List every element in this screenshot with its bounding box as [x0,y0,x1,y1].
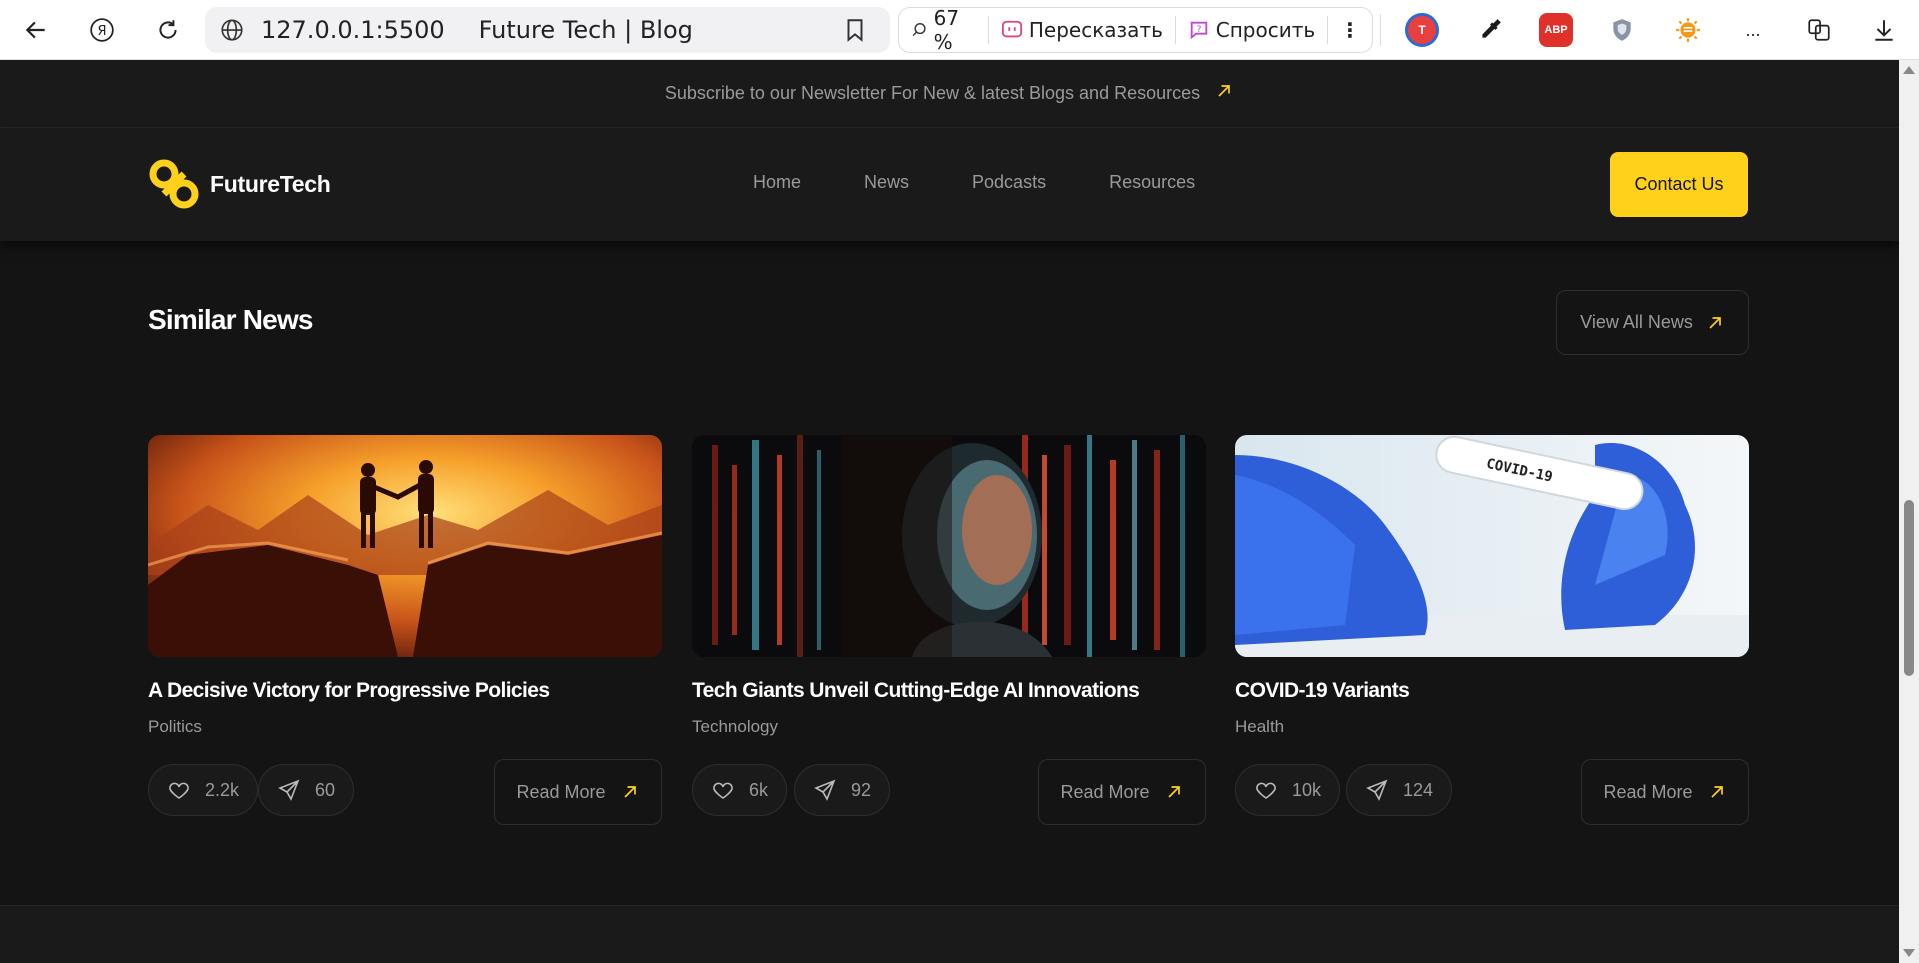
share-count: 92 [851,779,872,800]
read-more-label: Read More [516,781,606,802]
news-image-covid[interactable]: COVID-19 [1235,435,1749,657]
news-card[interactable]: A Decisive Victory for Progressive Polic… [148,435,662,825]
share-count: 124 [1403,779,1434,800]
arrow-up-right-icon [1167,786,1180,798]
news-title[interactable]: Tech Giants Unveil Cutting-Edge AI Innov… [692,679,1206,703]
ask-label: Спросить [1215,18,1316,42]
eyedropper-icon[interactable] [1470,10,1510,50]
svg-text:Я: Я [97,24,106,39]
news-image-handshake[interactable] [148,435,662,657]
translate-extension-icon[interactable]: T [1405,13,1439,47]
scroll-down-icon[interactable] [1903,949,1915,957]
heart-icon [1256,782,1276,799]
adblock-icon[interactable]: ABP [1539,13,1573,47]
news-category: Politics [148,717,202,736]
logo-icon [149,159,199,209]
logo-text: FutureTech [210,170,331,197]
like-button[interactable]: 6k [692,764,788,816]
news-title[interactable]: A Decisive Victory for Progressive Polic… [148,679,662,703]
back-icon[interactable] [16,10,56,50]
like-count: 2.2k [205,779,240,800]
more-vertical-icon[interactable]: ⋮ [1328,15,1372,45]
retell-label: Пересказать [1028,18,1163,42]
svg-text:?: ? [1196,24,1201,35]
sun-extension-icon[interactable] [1668,10,1708,50]
heart-icon [713,782,733,799]
page-scrollbar[interactable] [1899,60,1919,963]
share-button[interactable]: 92 [794,764,891,816]
section-title: Similar News [148,304,314,335]
like-count: 10k [1292,779,1322,800]
nav-news[interactable]: News [864,172,909,193]
next-section [0,905,1899,963]
search-icon [912,23,926,37]
like-count: 6k [749,779,769,800]
like-button[interactable]: 2.2k [148,764,259,816]
send-icon [814,779,836,801]
read-more-label: Read More [1060,781,1150,802]
news-card[interactable]: Tech Giants Unveil Cutting-Edge AI Innov… [692,435,1206,825]
newsletter-bar[interactable]: Subscribe to our Newsletter For New & la… [0,60,1899,128]
heart-icon [169,782,189,799]
read-more-button[interactable]: Read More [1581,759,1749,825]
arrow-up-right-icon [1710,786,1723,798]
nav-resources[interactable]: Resources [1109,172,1195,193]
more-extensions-icon[interactable]: ... [1733,10,1773,50]
tab-title: Future Tech | Blog [478,16,693,44]
share-button[interactable]: 124 [1346,764,1453,816]
url-text: 127.0.0.1:5500 [261,16,445,44]
news-title[interactable]: COVID-19 Variants [1235,679,1749,703]
main-nav: Home News Podcasts Resources [753,172,1258,193]
news-category: Health [1235,717,1285,736]
news-category: Technology [692,717,779,736]
yandex-icon[interactable]: Я [82,10,122,50]
ai-toolbar: 67 % Пересказать ? Спросить ⋮ [898,6,1373,54]
share-button[interactable]: 60 [258,764,355,816]
contact-us-button[interactable]: Contact Us [1610,152,1748,217]
view-all-label: View All News [1580,312,1693,332]
globe-icon [221,19,243,41]
nav-podcasts[interactable]: Podcasts [972,172,1046,193]
arrow-up-right-icon [1214,81,1234,106]
news-actions: 2.2k 60 Read More [148,759,662,825]
logo[interactable]: FutureTech [148,158,331,210]
send-icon [278,779,300,801]
toolbar-divider [1380,14,1381,46]
nav-home[interactable]: Home [753,172,801,193]
reload-icon[interactable] [148,10,188,50]
arrow-up-right-icon [1709,316,1721,329]
share-count: 60 [315,779,336,800]
download-icon[interactable] [1864,10,1904,50]
view-all-news-button[interactable]: View All News [1556,290,1749,355]
ask-icon: ? [1190,21,1207,40]
scrollbar-thumb[interactable] [1904,500,1914,676]
news-image-ai-face[interactable] [692,435,1206,657]
news-card[interactable]: COVID-19 COVID-19 Variants Health 10k 12… [1235,435,1749,825]
read-more-label: Read More [1603,781,1693,802]
like-button[interactable]: 10k [1235,764,1341,816]
zoom-level: 67 % [933,6,960,54]
quote-icon [1001,20,1022,38]
site-header: FutureTech Home News Podcasts Resources … [0,128,1899,241]
ask-button[interactable]: ? Спросить [1176,15,1327,45]
shield-icon[interactable] [1602,10,1642,50]
read-more-button[interactable]: Read More [1038,759,1206,825]
collections-icon[interactable] [1799,10,1839,50]
zoom-indicator[interactable]: 67 % [899,6,988,54]
arrow-up-right-icon [623,786,636,798]
scroll-up-icon[interactable] [1903,66,1915,74]
address-bar[interactable]: 127.0.0.1:5500 Future Tech | Blog [205,7,890,53]
retell-button[interactable]: Пересказать [989,15,1175,45]
news-actions: 6k 92 Read More [692,759,1206,825]
browser-toolbar: Я 127.0.0.1:5500 Future Tech | Blog 67 %… [0,0,1919,60]
bookmark-icon[interactable] [842,17,868,43]
newsletter-text: Subscribe to our Newsletter For New & la… [664,83,1201,103]
news-actions: 10k 124 Read More [1235,759,1749,825]
read-more-button[interactable]: Read More [494,759,662,825]
send-icon [1366,779,1388,801]
